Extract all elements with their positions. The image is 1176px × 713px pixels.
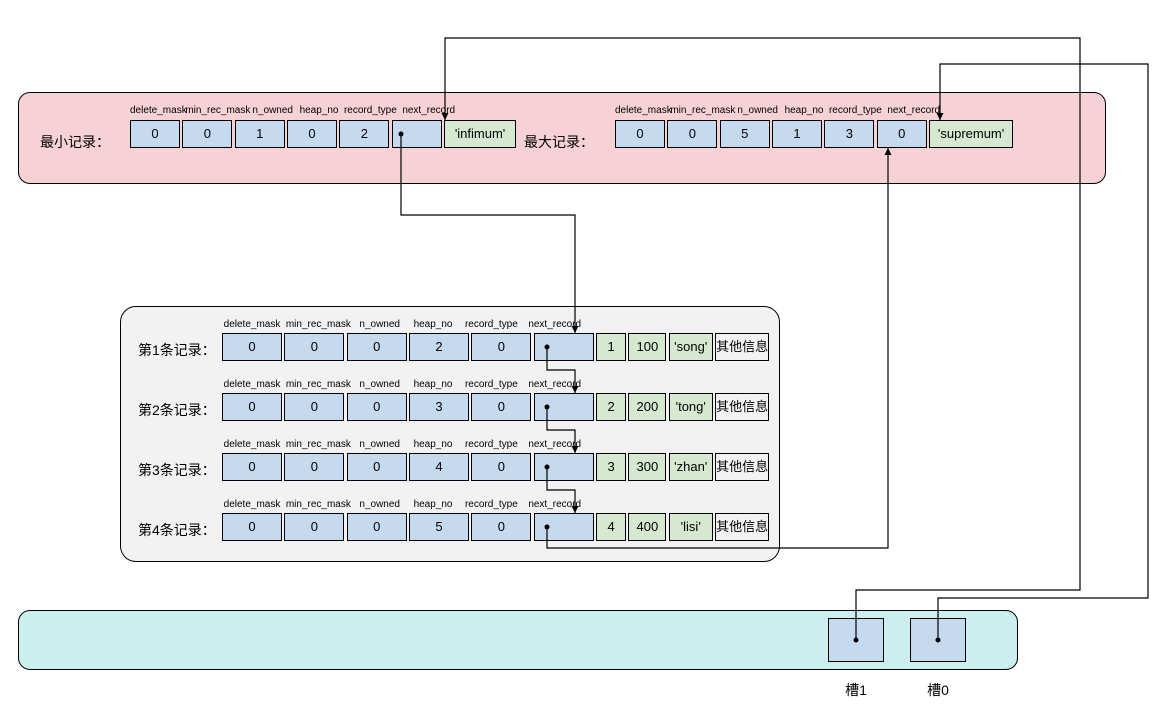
- record-3-headers: delete_mask min_rec_mask n_owned heap_no…: [222, 438, 585, 452]
- hdr2-delete-mask: delete_mask: [615, 104, 667, 118]
- max-cell-tail: 'supremum': [929, 120, 1013, 148]
- max-cell-1: 0: [667, 120, 717, 148]
- slot-0-box: [910, 618, 966, 662]
- hdr2-n-owned: n_owned: [736, 104, 780, 118]
- hdr-min-rec-mask: min_rec_mask: [185, 104, 247, 118]
- min-cell-0: 0: [130, 120, 180, 148]
- min-cell-4: 2: [339, 120, 389, 148]
- record-1-headers: delete_mask min_rec_mask n_owned heap_no…: [222, 318, 585, 332]
- slot-1-box: [828, 618, 884, 662]
- record-1-label: 第1条记录：: [138, 340, 216, 360]
- min-cell-5: [392, 120, 442, 148]
- min-cell-3: 0: [287, 120, 337, 148]
- record-4-cells: 0 0 0 5 0 4 400 'lisi' 其他信息: [222, 513, 769, 541]
- record-2-label: 第2条记录：: [138, 400, 216, 420]
- max-cell-4: 3: [824, 120, 874, 148]
- record-4-headers: delete_mask min_rec_mask n_owned heap_no…: [222, 498, 585, 512]
- hdr-delete-mask: delete_mask: [130, 104, 182, 118]
- record-2-cells: 0 0 0 3 0 2 200 'tong' 其他信息: [222, 393, 769, 421]
- hdr-heap-no: heap_no: [298, 104, 340, 118]
- max-record-label: 最大记录：: [524, 132, 594, 152]
- record-2-headers: delete_mask min_rec_mask n_owned heap_no…: [222, 378, 585, 392]
- hdr-n-owned: n_owned: [251, 104, 295, 118]
- min-cell-tail: 'infimum': [444, 120, 516, 148]
- slot-1-label: 槽1: [828, 680, 884, 700]
- hdr-record-type: record_type: [343, 104, 397, 118]
- min-record-cells: 0 0 1 0 2 'infimum': [130, 120, 516, 148]
- min-record-label: 最小记录：: [40, 132, 110, 152]
- max-record-headers: delete_mask min_rec_mask n_owned heap_no…: [615, 104, 942, 118]
- max-cell-2: 5: [720, 120, 770, 148]
- record-1-cells: 0 0 0 2 0 1 100 'song' 其他信息: [222, 333, 769, 361]
- min-cell-2: 1: [235, 120, 285, 148]
- max-cell-3: 1: [772, 120, 822, 148]
- hdr2-min-rec-mask: min_rec_mask: [670, 104, 732, 118]
- max-cell-0: 0: [615, 120, 665, 148]
- slot-0-label: 槽0: [910, 680, 966, 700]
- min-cell-1: 0: [182, 120, 232, 148]
- max-record-cells: 0 0 5 1 3 0 'supremum': [615, 120, 1013, 148]
- hdr2-record-type: record_type: [828, 104, 882, 118]
- hdr2-next-record: next_record: [886, 104, 942, 118]
- min-record-headers: delete_mask min_rec_mask n_owned heap_no…: [130, 104, 457, 118]
- max-cell-5: 0: [877, 120, 927, 148]
- record-4-label: 第4条记录：: [138, 520, 216, 540]
- record-3-label: 第3条记录：: [138, 460, 216, 480]
- record-3-cells: 0 0 0 4 0 3 300 'zhan' 其他信息: [222, 453, 769, 481]
- hdr-next-record: next_record: [401, 104, 457, 118]
- hdr2-heap-no: heap_no: [783, 104, 825, 118]
